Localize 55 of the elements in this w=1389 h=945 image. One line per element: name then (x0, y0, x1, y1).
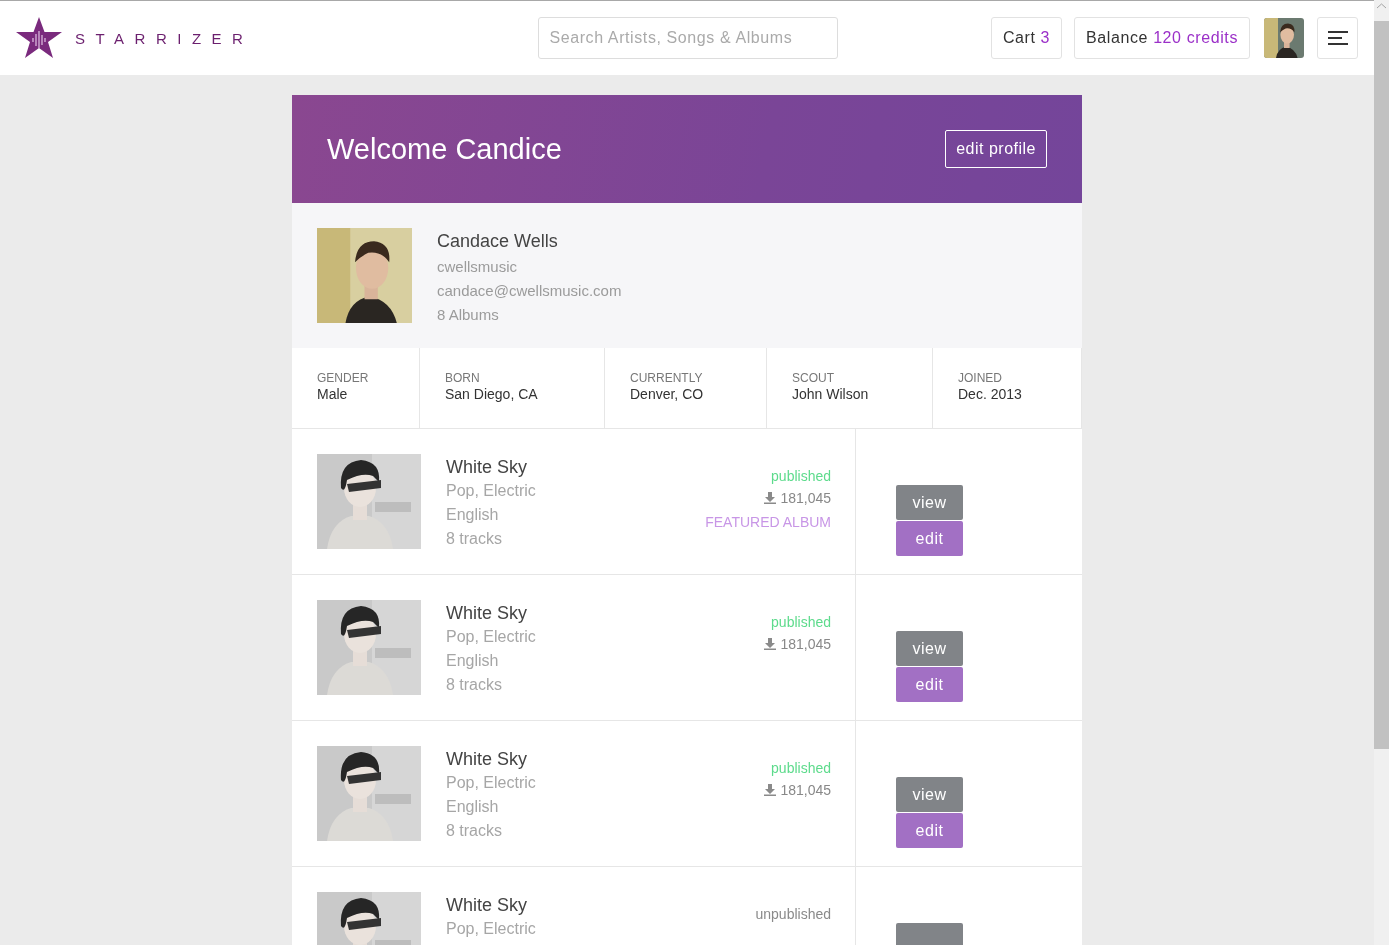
edit-button[interactable]: edit (896, 813, 963, 848)
album-genre: Pop, Electric (446, 773, 537, 793)
star-logo-icon (16, 17, 63, 59)
album-title: White Sky (446, 602, 529, 625)
download-count: 181,045 (780, 782, 831, 798)
publish-status: published (771, 468, 831, 484)
album-genre: Pop, Electric (446, 919, 537, 939)
edit-button[interactable]: edit (896, 521, 963, 556)
view-button[interactable]: view (896, 485, 963, 520)
featured-label: FEATURED ALBUM (705, 514, 831, 530)
stat-value: John Wilson (792, 386, 870, 402)
artist-name: Candace Wells (437, 230, 559, 252)
album-count: 8 Albums (437, 305, 500, 325)
publish-status: published (771, 760, 831, 776)
welcome-title: Welcome Candice (327, 132, 562, 166)
username: cwellsmusic (437, 257, 518, 277)
album-language: English (446, 505, 500, 525)
stat-label: JOINED (958, 371, 1003, 385)
edit-profile-button[interactable]: edit profile (945, 130, 1047, 168)
menu-icon (1327, 31, 1348, 45)
track-count: 8 tracks (446, 529, 503, 549)
search-field[interactable]: Search Artists, Songs & Albums (538, 17, 839, 59)
scrollbar[interactable] (1374, 0, 1389, 945)
stat-value: Male (317, 386, 349, 402)
cart-button[interactable]: Cart 3 (990, 17, 1063, 59)
download-icon (764, 784, 777, 796)
download-icon (764, 638, 777, 650)
edit-button[interactable]: edit (896, 667, 963, 702)
stat-value: Dec. 2013 (958, 386, 1023, 402)
album-title: White Sky (446, 748, 529, 771)
album-title: White Sky (446, 456, 529, 479)
album-language: English (446, 651, 500, 671)
stat-value: Denver, CO (630, 386, 705, 402)
download-count: 181,045 (780, 636, 831, 652)
view-button[interactable]: view (896, 631, 963, 666)
album-genre: Pop, Electric (446, 627, 537, 647)
balance-button[interactable]: Balance 120 credits (1074, 17, 1250, 59)
album-title: White Sky (446, 894, 529, 917)
album-language: English (446, 797, 500, 817)
stat-label: SCOUT (792, 371, 835, 385)
menu-button[interactable] (1317, 17, 1358, 59)
stat-label: CURRENTLY (630, 371, 704, 385)
view-button[interactable]: view (896, 777, 963, 812)
publish-status: published (771, 614, 831, 630)
album-genre: Pop, Electric (446, 481, 537, 501)
download-count: 181,045 (780, 490, 831, 506)
track-count: 8 tracks (446, 821, 503, 841)
download-icon (764, 492, 777, 504)
stat-value: San Diego, CA (445, 386, 539, 402)
publish-status: unpublished (755, 906, 831, 922)
track-count: 8 tracks (446, 675, 503, 695)
brand-name: STARRIZER (75, 29, 254, 47)
stat-label: GENDER (317, 371, 370, 385)
stat-label: BORN (445, 371, 481, 385)
email: candace@cwellsmusic.com (437, 281, 622, 301)
